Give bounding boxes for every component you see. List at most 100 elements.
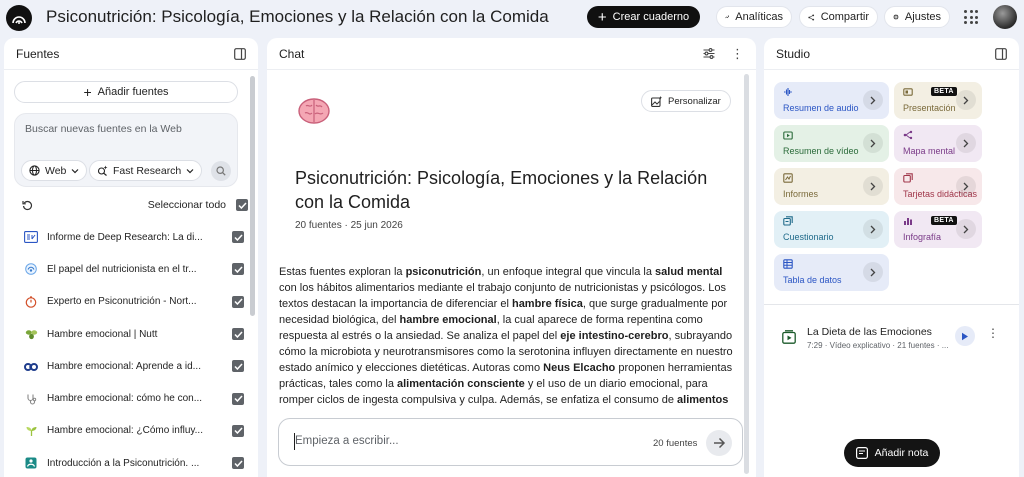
play-icon — [962, 332, 968, 340]
chat-composer[interactable]: Empieza a escribir... 20 fuentes — [278, 418, 743, 466]
add-note-button[interactable]: Añadir nota — [844, 439, 940, 467]
source-item[interactable]: Informe de Deep Research: La di... — [4, 221, 258, 253]
chat-input[interactable]: Empieza a escribir... — [295, 435, 399, 447]
source-item[interactable]: Hambre emocional: cómo he con... — [4, 382, 258, 414]
generated-note[interactable]: La Dieta de las Emociones 7:29 · Vídeo e… — [782, 324, 1007, 354]
studio-tile-label: Presentación — [903, 103, 956, 113]
source-item[interactable]: Hambre emocional: Aprende a id... — [4, 350, 258, 382]
chevron-right-icon[interactable] — [863, 133, 883, 153]
avatar[interactable] — [993, 5, 1017, 29]
gear-icon — [893, 14, 899, 20]
refresh-icon[interactable] — [22, 200, 33, 211]
search-submit-button[interactable] — [211, 161, 231, 181]
audio-waveform-icon — [784, 88, 792, 96]
summary-text: , un enfoque integral que vincula la — [481, 266, 656, 278]
source-checkbox[interactable] — [232, 392, 244, 405]
app-header: Psiconutrición: Psicología, Emociones y … — [0, 0, 1024, 36]
source-item[interactable]: Hambre emocional | Nutt — [4, 318, 258, 350]
report-doc-icon — [24, 230, 38, 244]
source-checkbox[interactable] — [232, 263, 244, 276]
slides-icon — [903, 88, 913, 96]
image-sparkle-icon — [651, 95, 662, 107]
globe-icon — [29, 165, 40, 176]
plus-icon: + — [597, 8, 607, 26]
select-all-checkbox[interactable] — [236, 199, 248, 211]
arrow-right-icon — [713, 437, 725, 449]
sources-title: Fuentes — [16, 46, 60, 61]
summary-text: Estas fuentes exploran la — [279, 266, 406, 278]
studio-tile-informes[interactable]: Informes — [774, 168, 889, 205]
personalize-button[interactable]: Personalizar — [641, 90, 731, 112]
analytics-button[interactable]: Analíticas — [716, 6, 792, 28]
studio-panel: Studio Resumen de audio BETA Presentación R… — [764, 38, 1019, 477]
share-button[interactable]: Compartir — [799, 6, 878, 28]
settings-button[interactable]: Ajustes — [884, 6, 950, 28]
notebooklm-logo-icon[interactable] — [6, 5, 32, 31]
studio-tile-label: Mapa mental — [903, 146, 956, 156]
beta-badge: BETA — [931, 216, 957, 225]
summary-keyword: psiconutrición — [405, 266, 482, 278]
web-search-box[interactable]: Buscar nuevas fuentes en la Web Web Fast… — [14, 113, 238, 187]
more-vert-icon[interactable]: ⋮ — [731, 47, 744, 60]
apps-grid-icon[interactable] — [964, 10, 978, 24]
divider — [764, 304, 1019, 305]
studio-tile-infografia[interactable]: BETA Infografía — [894, 211, 982, 248]
source-checkbox[interactable] — [232, 424, 244, 437]
chevron-right-icon[interactable] — [956, 176, 976, 196]
sources-header: Fuentes — [4, 38, 258, 70]
studio-tile-resumen-de-audio[interactable]: Resumen de audio — [774, 82, 889, 119]
chat-title: Chat — [279, 46, 305, 61]
sources-scrollbar[interactable] — [250, 76, 255, 316]
notebook-title[interactable]: Psiconutrición: Psicología, Emociones y … — [46, 7, 549, 27]
source-item[interactable]: El papel del nutricionista en el tr... — [4, 253, 258, 285]
fast-research-chip[interactable]: Fast Research — [89, 160, 203, 181]
share-icon — [808, 13, 815, 21]
chevron-right-icon[interactable] — [863, 90, 883, 110]
notebook-summary: Estas fuentes exploran la psiconutrición… — [279, 264, 734, 424]
web-search-input[interactable]: Buscar nuevas fuentes en la Web — [25, 123, 182, 135]
source-item[interactable]: Hambre emocional: ¿Cómo influy... — [4, 415, 258, 447]
chevron-right-icon[interactable] — [956, 133, 976, 153]
collapse-panel-icon[interactable] — [234, 47, 246, 60]
create-notebook-button[interactable]: + Crear cuaderno — [587, 6, 700, 28]
play-button[interactable] — [955, 326, 975, 346]
site-favicon-icon — [24, 262, 38, 276]
sprout-favicon-icon — [24, 424, 38, 438]
source-checkbox[interactable] — [232, 360, 244, 373]
chevron-right-icon[interactable] — [863, 219, 883, 239]
chevron-right-icon[interactable] — [863, 262, 883, 282]
source-checkbox[interactable] — [232, 231, 244, 244]
note-add-icon — [855, 447, 868, 459]
collapse-panel-icon[interactable] — [995, 47, 1007, 60]
chevron-right-icon[interactable] — [956, 219, 976, 239]
studio-tile-resumen-de-video[interactable]: Resumen de vídeo — [774, 125, 889, 162]
brain-emoji-icon — [298, 98, 330, 124]
web-source-chip[interactable]: Web — [21, 160, 88, 181]
tune-icon[interactable] — [703, 48, 715, 59]
studio-tile-tarjetas-didacticas[interactable]: Tarjetas didácticas — [894, 168, 982, 205]
go-favicon-icon — [24, 359, 38, 373]
studio-tile-label: Infografía — [903, 232, 942, 242]
send-button[interactable] — [706, 430, 732, 456]
source-item[interactable]: Experto en Psiconutrición - Nort... — [4, 286, 258, 318]
flashcards-icon — [903, 173, 913, 183]
infographic-icon — [904, 218, 912, 225]
chat-scrollbar[interactable] — [744, 74, 749, 474]
select-all-row: Seleccionar todo — [22, 197, 248, 213]
add-sources-button[interactable]: + Añadir fuentes — [14, 81, 238, 103]
chevron-right-icon[interactable] — [956, 90, 976, 110]
more-vert-icon[interactable]: ⋮ — [987, 327, 999, 339]
note-title: La Dieta de las Emociones — [807, 326, 932, 338]
studio-tile-label: Resumen de audio — [783, 103, 859, 113]
source-checkbox[interactable] — [232, 295, 244, 308]
source-checkbox[interactable] — [232, 328, 244, 341]
studio-tile-cuestionario[interactable]: Cuestionario — [774, 211, 889, 248]
studio-tile-tabla-de-datos[interactable]: Tabla de datos — [774, 254, 889, 291]
quiz-icon — [783, 216, 793, 226]
source-checkbox[interactable] — [232, 457, 244, 470]
studio-tile-presentacion[interactable]: BETA Presentación — [894, 82, 982, 119]
studio-tile-mapa-mental[interactable]: Mapa mental — [894, 125, 982, 162]
note-subtitle: 7:29 · Vídeo explicativo · 21 fuentes · … — [807, 341, 949, 350]
source-item[interactable]: Introducción a la Psiconutrición. ... — [4, 447, 258, 477]
chevron-right-icon[interactable] — [863, 176, 883, 196]
